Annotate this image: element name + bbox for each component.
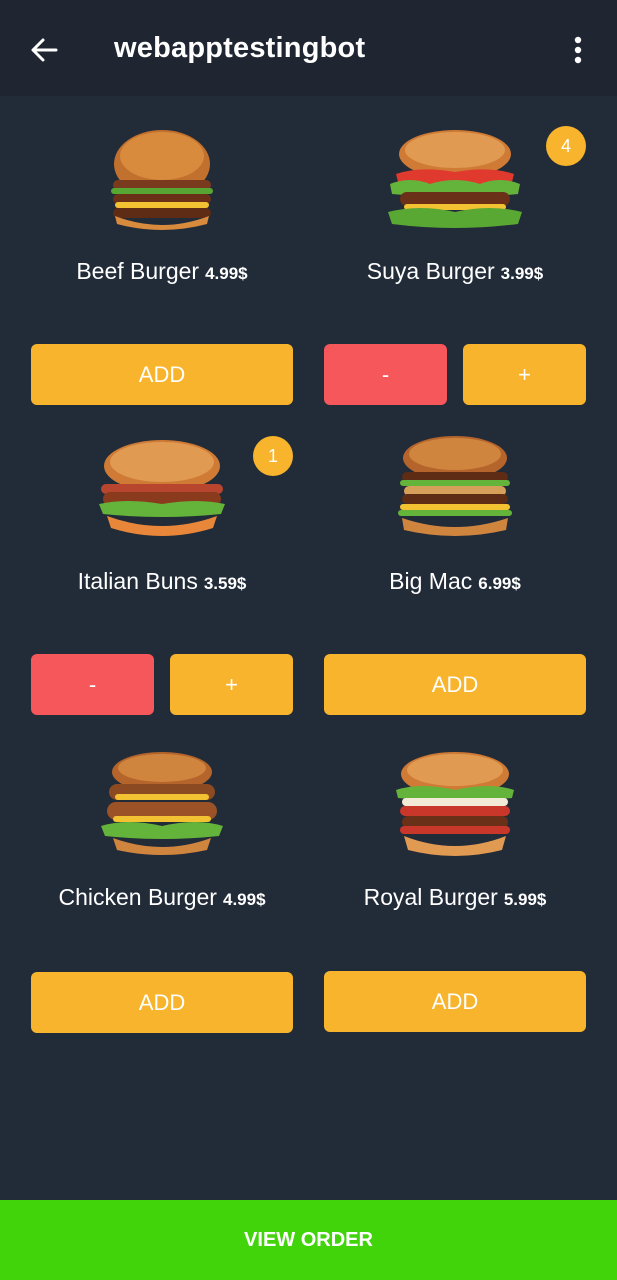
item-name: Beef Burger	[76, 258, 200, 284]
add-button[interactable]: ADD	[324, 971, 586, 1032]
item-name: Royal Burger	[363, 884, 498, 910]
item-price: 3.59$	[203, 574, 247, 593]
item-name: Big Mac	[389, 568, 473, 594]
app-title: webapptestingbot	[114, 32, 366, 64]
item-count-badge: 4	[546, 126, 586, 166]
item-name: Italian Buns	[77, 568, 198, 594]
decrease-button[interactable]: -	[31, 654, 154, 715]
view-order-button[interactable]: VIEW ORDER	[0, 1200, 617, 1280]
more-vert-icon	[574, 36, 582, 64]
decrease-button[interactable]: -	[324, 344, 447, 405]
arrow-left-icon	[31, 38, 58, 62]
back-button[interactable]	[24, 30, 64, 70]
item-price: 4.99$	[205, 264, 248, 283]
increase-button[interactable]: +	[170, 654, 293, 715]
menu-item-big-mac: Big Mac 6.99$ ADD	[324, 406, 586, 716]
burger-image	[388, 130, 522, 228]
item-price: 6.99$	[478, 574, 521, 593]
add-button[interactable]: ADD	[31, 344, 293, 405]
more-options-button[interactable]	[560, 30, 596, 70]
item-price: 4.99$	[222, 890, 266, 909]
menu-item-beef-burger: Beef Burger 4.99$ ADD	[31, 96, 293, 406]
app-header: webapptestingbot	[0, 0, 617, 96]
item-price: 5.99$	[503, 890, 547, 909]
menu-item-suya-burger: 4 Suya Burger 3.99$ - +	[324, 96, 586, 406]
burger-image	[99, 440, 225, 536]
burger-image	[111, 130, 213, 230]
item-name: Chicken Burger	[58, 884, 217, 910]
burger-image	[101, 752, 223, 855]
add-button[interactable]: ADD	[31, 972, 293, 1033]
add-button[interactable]: ADD	[324, 654, 586, 715]
burger-image	[396, 752, 514, 856]
menu-item-chicken-burger: Chicken Burger 4.99$ ADD	[31, 726, 293, 1036]
item-price: 3.99$	[500, 264, 544, 283]
menu-item-royal-burger: Royal Burger 5.99$ ADD	[324, 726, 586, 1036]
item-name: Suya Burger	[366, 258, 495, 284]
item-count-badge: 1	[253, 436, 293, 476]
increase-button[interactable]: +	[463, 344, 586, 405]
burger-image	[398, 436, 512, 536]
menu-item-italian-buns: 1 Italian Buns 3.59$ - +	[31, 406, 293, 716]
